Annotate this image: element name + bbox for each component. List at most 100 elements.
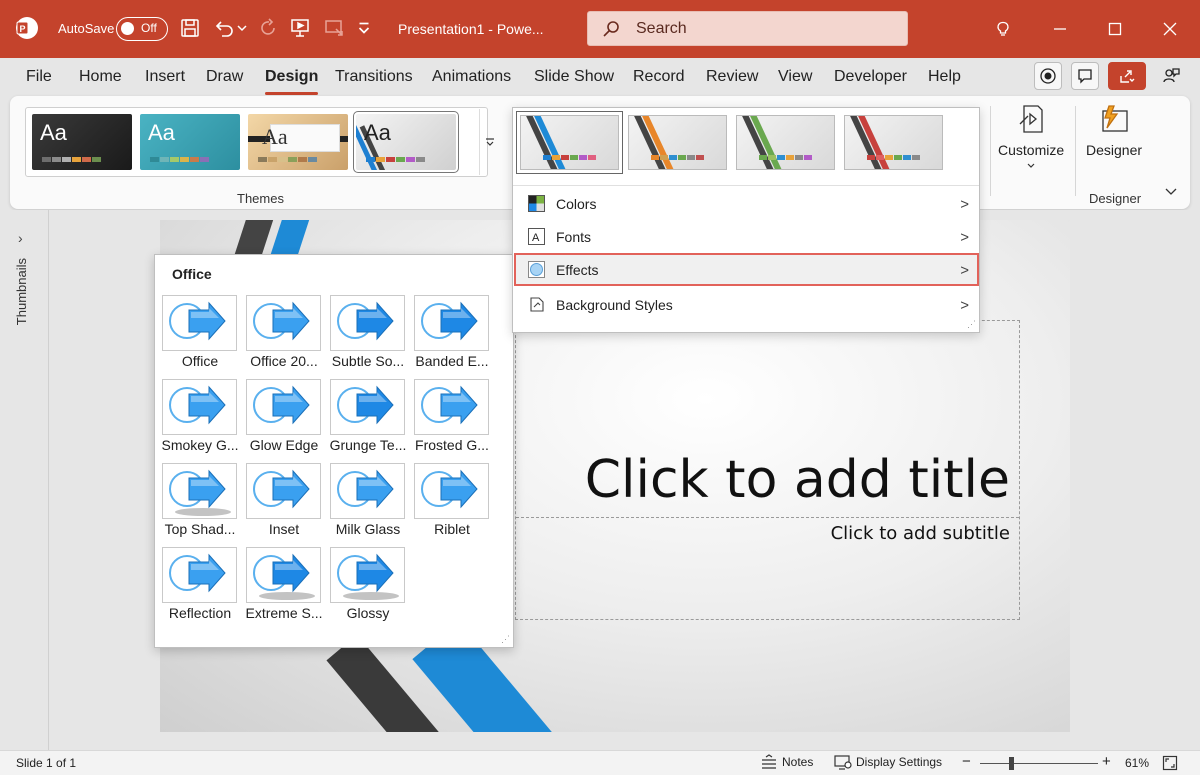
tab-design[interactable]: Design: [265, 68, 319, 95]
effect-option[interactable]: Reflection: [162, 547, 238, 627]
effect-option[interactable]: Smokey G...: [161, 379, 239, 459]
tab-developer[interactable]: Developer: [834, 68, 907, 86]
effect-option[interactable]: Inset: [246, 463, 322, 543]
resize-grip-icon[interactable]: ⋰: [967, 319, 976, 330]
tab-record[interactable]: Record: [633, 68, 685, 86]
menu-item-effects[interactable]: Effects >: [514, 253, 979, 286]
status-bar: Slide 1 of 1 Notes Display Settings − + …: [0, 750, 1200, 775]
effects-gallery: Office Office Office 20... Subtle So... Ban…: [154, 254, 514, 648]
toggle-knob: [121, 22, 134, 35]
tab-slide-show[interactable]: Slide Show: [534, 68, 614, 86]
zoom-in-button[interactable]: +: [1102, 753, 1111, 770]
customize-button[interactable]: Customize: [998, 102, 1064, 176]
menu-item-fonts[interactable]: A Fonts >: [514, 220, 979, 253]
fit-to-window-button[interactable]: [1162, 755, 1178, 774]
variant-tile-2[interactable]: [628, 115, 727, 170]
effect-preview: [162, 463, 237, 519]
tab-help[interactable]: Help: [928, 68, 961, 86]
title-text[interactable]: Click to add title: [585, 450, 1010, 510]
effect-option[interactable]: Subtle So...: [330, 295, 406, 375]
effect-option[interactable]: Banded E...: [414, 295, 490, 375]
tab-view[interactable]: View: [778, 68, 812, 86]
theme-sample-text: Aa: [148, 120, 175, 145]
redo-icon[interactable]: [256, 16, 280, 40]
search-icon: [603, 21, 619, 37]
designer-group-label: Designer: [1089, 191, 1142, 206]
effect-preview: [162, 547, 237, 603]
lightbulb-icon[interactable]: [988, 14, 1018, 44]
theme-sample-text: Aa: [262, 124, 288, 149]
effect-preview: [414, 463, 489, 519]
share-button[interactable]: [1108, 62, 1146, 90]
customize-qat-icon[interactable]: [355, 16, 373, 40]
svg-text:P: P: [20, 24, 26, 34]
tab-file[interactable]: File: [26, 68, 52, 86]
tab-transitions[interactable]: Transitions: [335, 68, 413, 86]
zoom-slider-thumb[interactable]: [1009, 757, 1014, 770]
variant-tile-4[interactable]: [844, 115, 943, 170]
undo-icon[interactable]: [212, 16, 236, 40]
search-box[interactable]: Search: [587, 11, 908, 46]
theme-tile-3[interactable]: Aa: [248, 114, 348, 170]
resize-grip-icon[interactable]: ⋰: [501, 634, 510, 645]
effect-option-label: Banded E...: [415, 353, 489, 369]
maximize-button[interactable]: [1100, 14, 1130, 44]
collapse-ribbon-button[interactable]: [1164, 184, 1180, 200]
variant-tile-1[interactable]: [516, 111, 623, 174]
comments-button[interactable]: [1071, 62, 1099, 90]
present-from-current-icon[interactable]: [322, 16, 346, 40]
tab-insert[interactable]: Insert: [145, 68, 185, 86]
effect-option[interactable]: Top Shad...: [162, 463, 238, 543]
record-button[interactable]: [1034, 62, 1062, 90]
zoom-slider[interactable]: [980, 763, 1098, 764]
effect-option[interactable]: Glow Edge: [246, 379, 322, 459]
effect-option[interactable]: Glossy: [330, 547, 406, 627]
coauthor-button[interactable]: [1156, 62, 1186, 90]
effect-option[interactable]: Frosted G...: [414, 379, 490, 459]
effect-option[interactable]: Milk Glass: [330, 463, 406, 543]
tab-review[interactable]: Review: [706, 68, 758, 86]
effect-option[interactable]: Office: [162, 295, 238, 375]
slide-size-icon: [1019, 105, 1043, 133]
effect-option[interactable]: Office 20...: [246, 295, 322, 375]
effect-option[interactable]: Grunge Te...: [330, 379, 406, 459]
menu-item-label: Colors: [556, 196, 597, 212]
chevron-right-icon: >: [960, 229, 969, 246]
autosave-toggle[interactable]: Off: [116, 17, 168, 41]
tab-home[interactable]: Home: [79, 68, 122, 86]
effect-preview: [330, 463, 405, 519]
expand-thumbnails-icon[interactable]: ›: [18, 230, 23, 246]
themes-more-button[interactable]: [479, 109, 499, 175]
chevron-right-icon: >: [960, 196, 969, 213]
effect-option-label: Inset: [268, 521, 300, 537]
effect-option[interactable]: Riblet: [414, 463, 490, 543]
effect-option[interactable]: Extreme S...: [245, 547, 323, 627]
notes-button[interactable]: Notes: [760, 754, 813, 770]
undo-dropdown-icon[interactable]: [234, 16, 250, 40]
subtitle-text[interactable]: Click to add subtitle: [831, 523, 1010, 544]
theme-tile-2[interactable]: Aa: [140, 114, 240, 170]
zoom-level[interactable]: 61%: [1125, 756, 1149, 770]
variant-tile-3[interactable]: [736, 115, 835, 170]
thumbnails-pane[interactable]: › Thumbnails: [0, 210, 48, 750]
designer-button[interactable]: Designer: [1086, 102, 1142, 158]
effect-option-label: Top Shad...: [164, 521, 236, 537]
menu-item-background-styles[interactable]: Background Styles >: [514, 288, 979, 321]
theme-tile-1[interactable]: Aa: [32, 114, 132, 170]
zoom-out-button[interactable]: −: [962, 753, 971, 770]
close-button[interactable]: [1155, 14, 1185, 44]
menu-item-colors[interactable]: Colors >: [514, 187, 979, 220]
tab-animations[interactable]: Animations: [432, 68, 511, 86]
save-icon[interactable]: [178, 16, 202, 40]
minimize-button[interactable]: [1045, 14, 1075, 44]
title-bar: P AutoSave Off Presentation1 - Powe... S…: [0, 0, 1200, 58]
theme-tile-4[interactable]: Aa: [353, 111, 459, 173]
present-icon[interactable]: [288, 16, 312, 40]
tab-draw[interactable]: Draw: [206, 68, 243, 86]
slide-counter: Slide 1 of 1: [16, 756, 77, 770]
effect-preview: [330, 295, 405, 351]
display-settings-button[interactable]: Display Settings: [834, 754, 942, 770]
effect-preview-icon: [169, 385, 226, 425]
menu-divider: [513, 185, 979, 186]
effect-preview: [330, 379, 405, 435]
